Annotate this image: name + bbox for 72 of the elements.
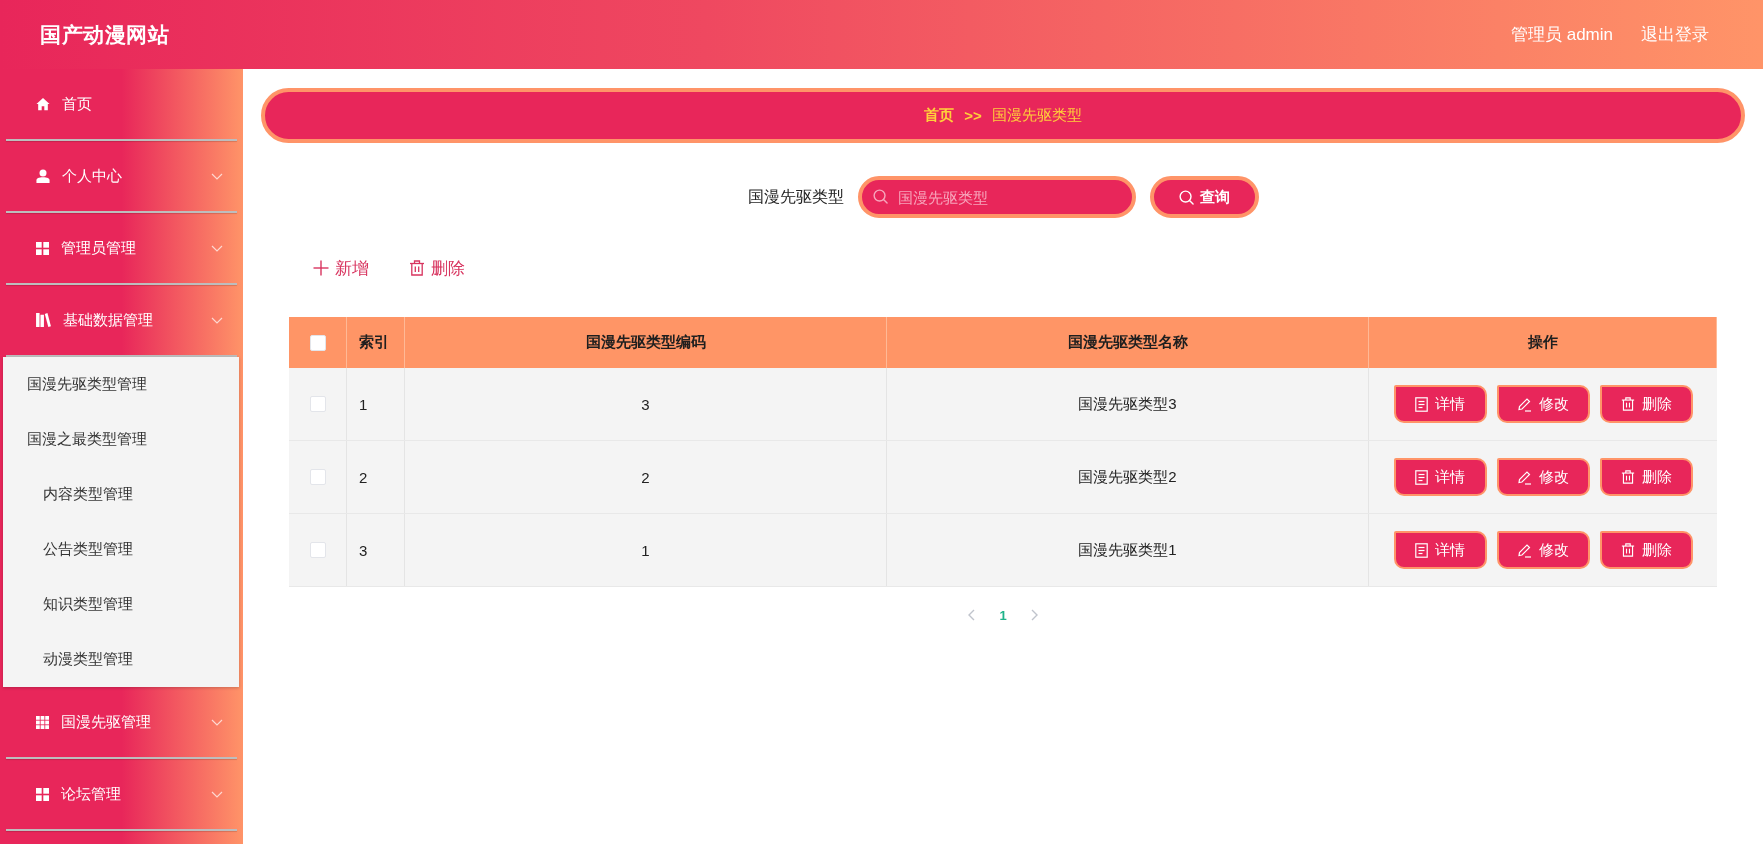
trash-icon	[1620, 543, 1635, 557]
sidebar-item[interactable]: 国漫先驱管理	[0, 687, 243, 757]
row-checkbox[interactable]	[309, 469, 326, 485]
chevron-left-icon[interactable]	[967, 609, 976, 621]
pencil-icon	[1517, 469, 1532, 485]
page-button[interactable]: 1	[995, 603, 1011, 627]
grid-icon	[36, 787, 49, 801]
submenu-item[interactable]: 内容类型管理	[3, 467, 239, 522]
delete-button[interactable]: 删除	[407, 253, 467, 283]
table-cell: 1	[405, 514, 887, 586]
detail-button[interactable]: 详情	[1393, 458, 1487, 496]
pencil-icon	[1517, 542, 1532, 558]
row-checkbox[interactable]	[309, 396, 326, 412]
row-checkbox[interactable]	[309, 542, 326, 558]
sidebar-item[interactable]: 管理员管理	[0, 213, 243, 283]
trash-icon	[409, 260, 425, 276]
submenu-item[interactable]: 国漫先驱类型管理	[3, 357, 239, 412]
chevron-down-icon	[211, 718, 223, 726]
sidebar-item[interactable]: 首页	[0, 69, 243, 139]
breadcrumb-separator: >>	[964, 107, 982, 124]
site-title: 国产动漫网站	[40, 21, 169, 48]
trash-icon	[1620, 397, 1635, 411]
trash-icon	[1620, 470, 1635, 484]
table-cell: 国漫先驱类型1	[887, 514, 1369, 586]
search-label: 国漫先驱类型	[747, 186, 844, 207]
add-button[interactable]: 新增	[311, 253, 371, 283]
delete-button[interactable]: 删除	[1599, 458, 1693, 496]
table-cell: 国漫先驱类型3	[887, 368, 1369, 440]
pencil-icon	[1517, 396, 1532, 412]
table-cell: 2	[347, 441, 405, 513]
table-cell: 3	[347, 514, 405, 586]
books-icon	[36, 313, 51, 327]
submenu-item[interactable]: 动漫类型管理	[3, 632, 239, 687]
home-icon	[36, 97, 50, 111]
search-icon	[872, 189, 888, 204]
chevron-down-icon	[211, 244, 223, 252]
edit-button[interactable]: 修改	[1496, 385, 1590, 423]
sidebar-item[interactable]: 论坛管理	[0, 759, 243, 829]
grid-icon	[36, 241, 49, 255]
sidebar-item[interactable]: 基础数据管理	[0, 285, 243, 355]
select-all-checkbox[interactable]	[309, 334, 326, 351]
table-cell: 2	[405, 441, 887, 513]
breadcrumb-link[interactable]: 首页	[924, 106, 955, 125]
edit-button[interactable]: 修改	[1496, 531, 1590, 569]
chevron-right-icon[interactable]	[1030, 609, 1039, 621]
submenu-item[interactable]: 国漫之最类型管理	[3, 412, 239, 467]
search-icon	[1178, 189, 1194, 205]
user-label: 管理员 admin	[1510, 24, 1613, 46]
submenu-item[interactable]: 知识类型管理	[3, 577, 239, 632]
document-icon	[1415, 542, 1428, 558]
table-cell: 3	[405, 368, 887, 440]
edit-button[interactable]: 修改	[1496, 458, 1590, 496]
search-field[interactable]: 国漫先驱类型	[857, 176, 1136, 218]
table-cell: 1	[347, 368, 405, 440]
chevron-down-icon	[211, 172, 223, 180]
sidebar-item[interactable]: 个人中心	[0, 141, 243, 211]
logout-link[interactable]: 退出登录	[1641, 23, 1709, 46]
grid-icon	[36, 715, 49, 729]
detail-button[interactable]: 详情	[1393, 531, 1487, 569]
delete-button[interactable]: 删除	[1599, 385, 1693, 423]
document-icon	[1415, 396, 1428, 412]
user-icon	[36, 169, 50, 183]
table-cell: 国漫先驱类型2	[887, 441, 1369, 513]
plus-icon	[313, 260, 329, 276]
breadcrumb-current: 国漫先驱类型	[991, 106, 1082, 125]
chevron-down-icon	[211, 316, 223, 324]
submenu-item[interactable]: 公告类型管理	[3, 522, 239, 577]
search-button[interactable]: 查询	[1149, 176, 1259, 218]
delete-button[interactable]: 删除	[1599, 531, 1693, 569]
detail-button[interactable]: 详情	[1393, 385, 1487, 423]
document-icon	[1415, 469, 1428, 485]
chevron-down-icon	[211, 790, 223, 798]
